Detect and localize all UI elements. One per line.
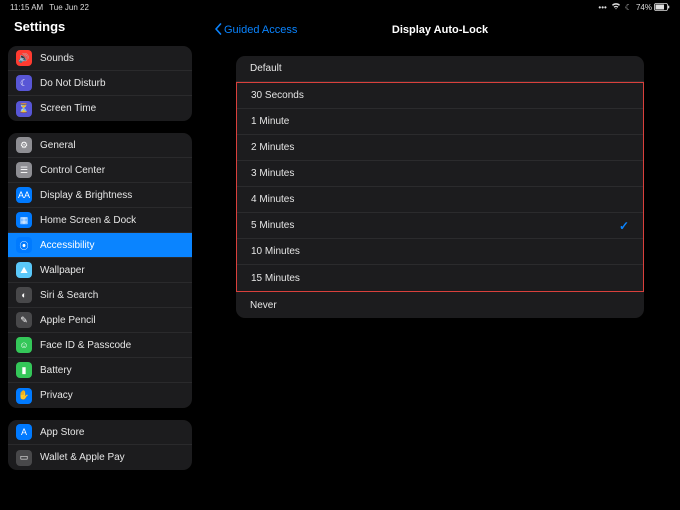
signal-icon: ••• [598, 3, 606, 12]
option-label: 5 Minutes [251, 220, 294, 231]
option-label: 3 Minutes [251, 168, 294, 179]
autolock-option[interactable]: 10 Minutes [237, 239, 643, 265]
autolock-option[interactable]: 15 Minutes [237, 265, 643, 291]
siri-icon: ◐ [16, 287, 32, 303]
sidebar-item-sounds[interactable]: 🔊 Sounds [8, 46, 192, 71]
autolock-option[interactable]: 2 Minutes [237, 135, 643, 161]
status-time: 11:15 AM [10, 3, 43, 12]
wallet-icon: ▭ [16, 450, 32, 466]
back-button[interactable]: Guided Access [214, 23, 297, 38]
hourglass-icon: ⏳ [16, 101, 32, 117]
sidebar-item-control-center[interactable]: ☰ Control Center [8, 158, 192, 183]
status-date: Tue Jun 22 [49, 3, 89, 12]
sidebar-item-siri[interactable]: ◐ Siri & Search [8, 283, 192, 308]
wifi-icon [611, 2, 621, 12]
sidebar-item-screen-time[interactable]: ⏳ Screen Time [8, 96, 192, 121]
sidebar-item-label: Privacy [40, 390, 73, 401]
option-label: Default [250, 63, 282, 74]
appstore-icon: A [16, 424, 32, 440]
option-label: 2 Minutes [251, 142, 294, 153]
photo-icon: ⛰ [16, 262, 32, 278]
autolock-option[interactable]: Never [236, 292, 644, 318]
status-bar: 11:15 AM Tue Jun 22 ••• ☾ 74% [0, 0, 680, 14]
option-label: Never [250, 300, 277, 311]
sidebar-group: A App Store ▭ Wallet & Apple Pay [8, 420, 192, 470]
battery-indicator: 74% [636, 3, 670, 12]
sidebar-item-general[interactable]: ⚙ General [8, 133, 192, 158]
option-label: 30 Seconds [251, 90, 304, 101]
detail-title: Display Auto-Lock [392, 24, 488, 36]
person-icon: ⦿ [16, 237, 32, 253]
moon-icon: ☾ [16, 75, 32, 91]
sidebar-title: Settings [0, 14, 200, 46]
highlighted-options: 30 Seconds 1 Minute 2 Minutes 3 Minutes 4 Mi… [236, 82, 644, 292]
sidebar-item-label: App Store [40, 427, 84, 438]
settings-sidebar: Settings 🔊 Sounds ☾ Do Not Disturb ⏳ Screen T… [0, 14, 200, 510]
detail-header: Guided Access Display Auto-Lock [200, 14, 680, 46]
sidebar-item-label: General [40, 140, 76, 151]
grid-icon: ▦ [16, 212, 32, 228]
battery-percent: 74% [636, 3, 652, 12]
toggles-icon: ☰ [16, 162, 32, 178]
autolock-option[interactable]: Default [236, 56, 644, 82]
sidebar-item-label: Accessibility [40, 240, 94, 251]
option-label: 1 Minute [251, 116, 289, 127]
battery-icon: ▮ [16, 362, 32, 378]
option-label: 15 Minutes [251, 273, 300, 284]
autolock-option[interactable]: 4 Minutes [237, 187, 643, 213]
sidebar-item-battery[interactable]: ▮ Battery [8, 358, 192, 383]
checkmark-icon: ✓ [619, 219, 629, 233]
sidebar-group: 🔊 Sounds ☾ Do Not Disturb ⏳ Screen Time [8, 46, 192, 121]
sidebar-item-display[interactable]: AA Display & Brightness [8, 183, 192, 208]
sidebar-item-wallet[interactable]: ▭ Wallet & Apple Pay [8, 445, 192, 470]
sidebar-item-label: Do Not Disturb [40, 78, 106, 89]
textsize-icon: AA [16, 187, 32, 203]
detail-pane: Guided Access Display Auto-Lock Default 3… [200, 14, 680, 510]
autolock-option[interactable]: 5 Minutes ✓ [237, 213, 643, 239]
autolock-option[interactable]: 3 Minutes [237, 161, 643, 187]
sidebar-item-faceid[interactable]: ☺ Face ID & Passcode [8, 333, 192, 358]
sidebar-item-appstore[interactable]: A App Store [8, 420, 192, 445]
sidebar-item-label: Display & Brightness [40, 190, 132, 201]
hand-icon: ✋ [16, 388, 32, 404]
sidebar-item-privacy[interactable]: ✋ Privacy [8, 383, 192, 408]
option-label: 10 Minutes [251, 246, 300, 257]
sidebar-item-dnd[interactable]: ☾ Do Not Disturb [8, 71, 192, 96]
sidebar-item-home-dock[interactable]: ▦ Home Screen & Dock [8, 208, 192, 233]
sidebar-item-label: Screen Time [40, 103, 96, 114]
autolock-option[interactable]: 1 Minute [237, 109, 643, 135]
options-panel: Default 30 Seconds 1 Minute 2 Minutes 3 Minu… [236, 56, 644, 318]
sidebar-item-label: Control Center [40, 165, 105, 176]
sidebar-item-accessibility[interactable]: ⦿ Accessibility [8, 233, 192, 258]
sidebar-item-label: Apple Pencil [40, 315, 96, 326]
sidebar-item-label: Wallpaper [40, 265, 85, 276]
sidebar-item-label: Face ID & Passcode [40, 340, 131, 351]
sidebar-item-apple-pencil[interactable]: ✎ Apple Pencil [8, 308, 192, 333]
sidebar-group: ⚙ General ☰ Control Center AA Display & Brigh… [8, 133, 192, 408]
back-label: Guided Access [224, 24, 297, 36]
pencil-icon: ✎ [16, 312, 32, 328]
sidebar-item-label: Siri & Search [40, 290, 98, 301]
chevron-left-icon [214, 23, 222, 38]
sidebar-item-label: Wallet & Apple Pay [40, 452, 125, 463]
option-label: 4 Minutes [251, 194, 294, 205]
sidebar-item-label: Home Screen & Dock [40, 215, 136, 226]
gear-icon: ⚙ [16, 137, 32, 153]
faceid-icon: ☺ [16, 337, 32, 353]
sidebar-item-label: Sounds [40, 53, 74, 64]
sidebar-item-label: Battery [40, 365, 72, 376]
sidebar-item-wallpaper[interactable]: ⛰ Wallpaper [8, 258, 192, 283]
speaker-icon: 🔊 [16, 50, 32, 66]
dnd-icon: ☾ [625, 3, 632, 12]
autolock-option[interactable]: 30 Seconds [237, 83, 643, 109]
